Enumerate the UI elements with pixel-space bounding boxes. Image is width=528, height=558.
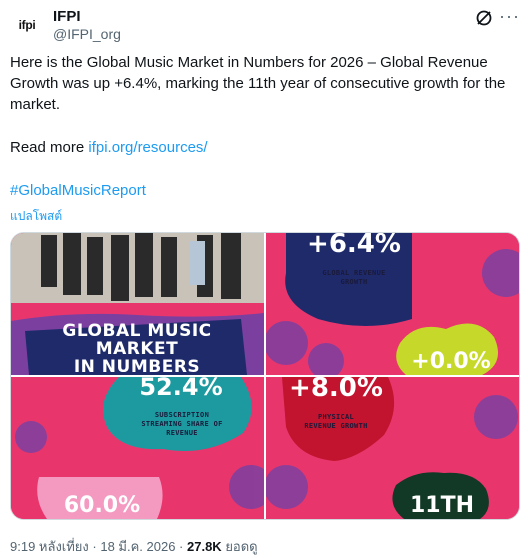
grok-icon[interactable] [474, 8, 494, 28]
views-count: 27.8K [187, 539, 222, 554]
tweet-body: Here is the Global Music Market in Numbe… [10, 52, 518, 201]
tile1-headline-2: MARKET [95, 339, 179, 359]
read-more-prefix: Read more [10, 139, 89, 156]
hashtag-line: #GlobalMusicReport [10, 180, 518, 201]
footer-separator: · [175, 539, 187, 554]
tile2-caption: GLOBAL REVENUE GROWTH [322, 269, 386, 286]
tile2-big-value: +6.4% [307, 233, 401, 259]
tile2-big-value-2: +0.0% [411, 349, 491, 374]
avatar-logo-text: ifpi [18, 18, 36, 32]
media-image-1[interactable]: GLOBAL MUSIC MARKET IN NUMBERS [11, 233, 264, 375]
media-image-4[interactable]: +8.0% PHYSICAL REVENUE GROWTH 11TH [266, 377, 519, 519]
translate-post-link[interactable]: แปลโพสต์ [10, 207, 62, 226]
tile4-big-value-2: 11TH [409, 493, 475, 518]
media-grid: GLOBAL MUSIC MARKET IN NUMBERS +6.4% GLO… [10, 232, 520, 520]
tweet-footer: 9:19 หลังเที่ยง · 18 มี.ค. 2026 · 27.8K … [10, 536, 258, 557]
tweet-header: ifpi IFPI @IFPI_org ··· [10, 4, 520, 44]
account-handle[interactable]: @IFPI_org [53, 26, 121, 42]
tile1-headline-1: GLOBAL MUSIC [62, 321, 212, 341]
tweet-text-main: Here is the Global Music Market in Numbe… [10, 54, 506, 113]
post-date[interactable]: 18 มี.ค. 2026 [100, 539, 175, 554]
account-name[interactable]: IFPI [53, 8, 81, 25]
tile1-headline-3: IN NUMBERS [73, 357, 201, 375]
post-time[interactable]: 9:19 หลังเที่ยง [10, 539, 89, 554]
resources-link[interactable]: ifpi.org/resources/ [88, 139, 207, 156]
tile4-caption: PHYSICAL REVENUE GROWTH [304, 413, 368, 430]
hashtag-link[interactable]: #GlobalMusicReport [10, 182, 146, 199]
views-label: ยอดดู [221, 539, 258, 554]
tile3-big-value-2: 60.0% [63, 493, 141, 518]
tile4-big-value: +8.0% [289, 377, 383, 403]
avatar[interactable]: ifpi [10, 8, 44, 42]
tile3-big-value: 52.4% [139, 377, 223, 401]
more-options-icon[interactable]: ··· [499, 6, 520, 27]
media-image-2[interactable]: +6.4% GLOBAL REVENUE GROWTH +0.0% [266, 233, 519, 375]
read-more-line: Read more ifpi.org/resources/ [10, 137, 518, 158]
media-image-3[interactable]: 52.4% SUBSCRIPTION STREAMING SHARE OF RE… [11, 377, 264, 519]
tile3-caption: SUBSCRIPTION STREAMING SHARE OF REVENUE [141, 411, 223, 437]
footer-separator: · [88, 539, 101, 554]
